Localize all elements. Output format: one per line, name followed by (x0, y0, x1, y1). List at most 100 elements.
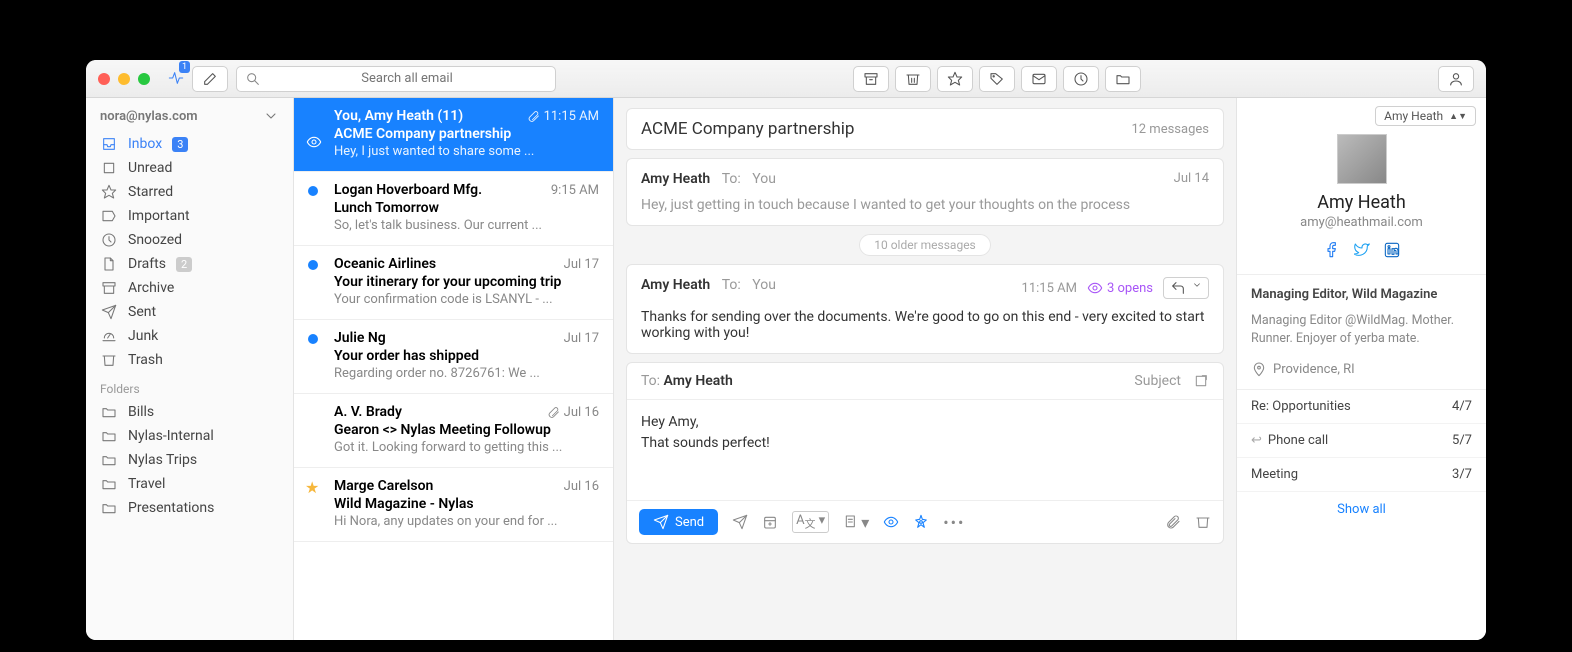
thread-from: Marge Carelson (334, 478, 433, 494)
thread-item[interactable]: ★Marge CarelsonJul 16Wild Magazine - Nyl… (294, 468, 613, 542)
thread-snippet: Got it. Looking forward to getting this … (334, 440, 599, 455)
folder-item[interactable]: Nylas Trips (86, 448, 293, 472)
thread-subject: ACME Company partnership (334, 126, 599, 142)
popout-icon[interactable] (1193, 373, 1209, 389)
discard-icon[interactable] (1195, 514, 1211, 530)
close-window-button[interactable] (98, 73, 110, 85)
translate-icon[interactable]: A文 ▾ (792, 511, 829, 534)
thread-list[interactable]: You, Amy Heath (11)11:15 AMACME Company … (294, 98, 614, 640)
contact-selector[interactable]: Amy Heath ▲▼ (1375, 106, 1476, 126)
thread-from: Oceanic Airlines (334, 256, 436, 272)
reminder-icon[interactable] (762, 514, 778, 530)
star-button[interactable] (937, 66, 973, 92)
message-to-label: To: (722, 171, 741, 187)
sidebar-item-archive[interactable]: Archive (86, 276, 293, 300)
folder-item[interactable]: Bills (86, 400, 293, 424)
twitter-icon[interactable] (1354, 242, 1370, 262)
message-to: You (752, 277, 776, 293)
thread-subject: Your itinerary for your upcoming trip (334, 274, 599, 290)
sidebar-item-important[interactable]: Important (86, 204, 293, 228)
attachment-icon (547, 406, 560, 419)
reply-dropdown[interactable] (1163, 277, 1209, 299)
open-tracking[interactable]: 3 opens (1087, 280, 1153, 296)
account-label[interactable]: nora@nylas.com (86, 108, 293, 132)
label-button[interactable] (979, 66, 1015, 92)
message-collapsed[interactable]: Amy Heath To: You Jul 14 Hey, just getti… (626, 158, 1224, 226)
tracking-icon[interactable] (883, 514, 899, 530)
activity-icon[interactable]: 1 (168, 67, 184, 91)
message-body: Thanks for sending over the documents. W… (641, 309, 1209, 341)
sidebar-item-trash[interactable]: Trash (86, 348, 293, 372)
sidebar-item-sent[interactable]: Sent (86, 300, 293, 324)
more-icon[interactable]: ••• (943, 513, 965, 532)
search-input[interactable] (236, 66, 556, 92)
sidebar-item-label: Unread (128, 160, 172, 176)
thread-item[interactable]: Logan Hoverboard Mfg.9:15 AMLunch Tomorr… (294, 172, 613, 246)
minimize-window-button[interactable] (118, 73, 130, 85)
linkedin-icon[interactable] (1384, 242, 1400, 262)
compose-panel: To: Amy Heath Subject Hey Amy, That soun… (626, 362, 1224, 544)
reply-icon (1170, 280, 1186, 296)
link-tracking-icon[interactable] (913, 514, 929, 530)
unread-dot (308, 334, 318, 344)
related-label: ↩Phone call (1251, 433, 1328, 448)
mark-unread-button[interactable] (1021, 66, 1057, 92)
related-thread[interactable]: Meeting3/7 (1237, 458, 1486, 492)
search-field[interactable] (267, 71, 547, 86)
compose-to[interactable]: To: Amy Heath (641, 373, 733, 389)
sidebar-item-inbox[interactable]: Inbox3 (86, 132, 293, 156)
thread-snippet: Regarding order no. 8726761: We ... (334, 366, 599, 381)
related-label: Meeting (1251, 467, 1298, 482)
sidebar-item-starred[interactable]: Starred (86, 180, 293, 204)
folder-item[interactable]: Travel (86, 472, 293, 496)
folder-icon (100, 476, 118, 492)
tracked-icon (306, 134, 322, 154)
titlebar: 1 (86, 60, 1486, 98)
archive-button[interactable] (853, 66, 889, 92)
account-button[interactable] (1438, 66, 1474, 92)
thread-from: You, Amy Heath (11) (334, 108, 463, 124)
zoom-window-button[interactable] (138, 73, 150, 85)
thread-time: Jul 16 (547, 404, 599, 420)
older-messages-bar[interactable]: 10 older messages (626, 234, 1224, 256)
thread-snippet: Hi Nora, any updates on your end for ... (334, 514, 599, 529)
sidebar-item-drafts[interactable]: Drafts2 (86, 252, 293, 276)
contact-name: Amy Heath (1237, 192, 1486, 213)
related-thread[interactable]: Re: Opportunities4/7 (1237, 390, 1486, 424)
star-icon[interactable]: ★ (305, 478, 319, 497)
thread-snippet: Your confirmation code is LSANYL - ... (334, 292, 599, 307)
send-later-icon[interactable] (732, 514, 748, 530)
facebook-icon[interactable] (1324, 242, 1340, 262)
compose-body[interactable]: Hey Amy, That sounds perfect! (627, 400, 1223, 500)
compose-subject[interactable]: Subject (1134, 373, 1181, 389)
folder-label: Nylas-Internal (128, 428, 214, 444)
contact-avatar (1337, 134, 1387, 184)
snooze-button[interactable] (1063, 66, 1099, 92)
thread-item[interactable]: You, Amy Heath (11)11:15 AMACME Company … (294, 98, 613, 172)
thread-item[interactable]: A. V. BradyJul 16Gearon <> Nylas Meeting… (294, 394, 613, 468)
sidebar: nora@nylas.com Inbox3 Unread Starred Import… (86, 98, 294, 640)
related-thread[interactable]: ↩Phone call5/7 (1237, 424, 1486, 458)
thread-item[interactable]: Oceanic AirlinesJul 17Your itinerary for… (294, 246, 613, 320)
folder-item[interactable]: Presentations (86, 496, 293, 520)
folder-label: Presentations (128, 500, 214, 516)
send-button[interactable]: Send (639, 509, 718, 535)
trash-button[interactable] (895, 66, 931, 92)
thread-item[interactable]: Julie NgJul 17Your order has shippedRega… (294, 320, 613, 394)
move-button[interactable] (1105, 66, 1141, 92)
sidebar-item-snoozed[interactable]: Snoozed (86, 228, 293, 252)
attachment-icon[interactable] (1165, 514, 1181, 530)
sidebar-item-unread[interactable]: Unread (86, 156, 293, 180)
trash-icon (100, 352, 118, 368)
app-body: nora@nylas.com Inbox3 Unread Starred Import… (86, 98, 1486, 640)
show-all-link[interactable]: Show all (1237, 492, 1486, 527)
compose-button[interactable] (192, 66, 228, 92)
sidebar-item-junk[interactable]: Junk (86, 324, 293, 348)
folder-item[interactable]: Nylas-Internal (86, 424, 293, 448)
templates-icon[interactable]: ▾ (843, 513, 869, 532)
message-time: 11:15 AM (1022, 281, 1077, 296)
sidebar-item-label: Important (128, 208, 190, 224)
thread-snippet: Hey, I just wanted to share some ... (334, 144, 599, 159)
sidebar-badge: 3 (172, 137, 188, 152)
sidebar-item-label: Junk (128, 328, 158, 344)
